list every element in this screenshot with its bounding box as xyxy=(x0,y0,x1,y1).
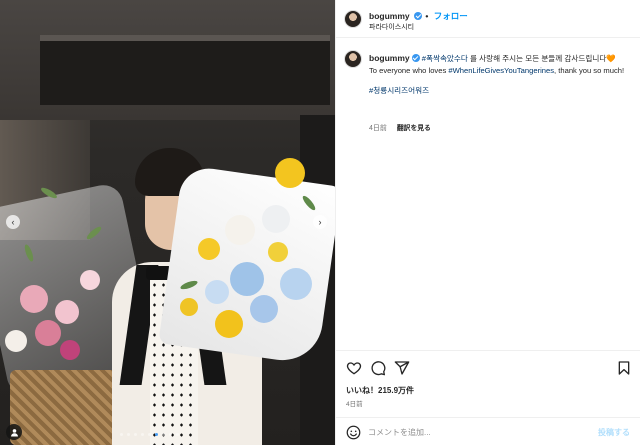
person-tag-button[interactable] xyxy=(6,424,22,440)
yellow-flower xyxy=(180,298,198,316)
post-side-panel: bogummy • フォロー 파라다이스시티 bogummy #폭싹속았수다 를… xyxy=(335,0,640,445)
chevron-right-icon: › xyxy=(318,216,322,227)
hashtag-link[interactable]: #폭싹속았수다 xyxy=(422,54,468,63)
chevron-left-icon: ‹ xyxy=(11,216,15,227)
verified-badge-icon xyxy=(414,12,422,20)
comment-bar: 投稿する xyxy=(336,417,640,446)
carousel-dot xyxy=(134,433,137,436)
username-link[interactable]: bogummy xyxy=(369,11,410,21)
like-count[interactable]: いいね！215.9万件 xyxy=(346,385,414,396)
translate-link[interactable]: 翻訳を見る xyxy=(397,125,431,132)
instagram-post: ‹ › bogummy • フォロー 파라다이스시티 bogummy #폭싹속았… xyxy=(0,0,640,445)
blue-flower xyxy=(230,262,264,296)
action-section: いいね！215.9万件 4日前 投稿する xyxy=(336,350,640,445)
emoji-button[interactable] xyxy=(346,425,361,440)
save-button[interactable] xyxy=(616,360,632,376)
carousel-dot xyxy=(141,433,144,436)
carousel-dot xyxy=(120,433,123,436)
caption-meta: 4日前 翻訳を見る xyxy=(369,122,431,133)
carousel-dot xyxy=(162,433,165,436)
verified-badge-icon xyxy=(411,54,420,62)
carousel-dot xyxy=(155,433,158,436)
heart-icon xyxy=(346,362,362,375)
bookmark-icon xyxy=(618,361,630,375)
comment-input[interactable] xyxy=(368,425,588,440)
post-comment-button[interactable]: 投稿する xyxy=(598,427,630,438)
blue-flower xyxy=(280,268,312,300)
pink-flower xyxy=(55,300,79,324)
carousel-dot xyxy=(169,433,172,436)
location-link[interactable]: 파라다이스시티 xyxy=(369,22,414,32)
white-flower xyxy=(225,215,255,245)
like-button[interactable] xyxy=(346,360,362,376)
white-flower xyxy=(5,330,27,352)
pink-flower xyxy=(80,270,100,290)
yellow-flower xyxy=(268,242,288,262)
caption-text-en-prefix: To everyone who loves xyxy=(369,66,449,75)
person-tag-icon xyxy=(10,428,18,437)
yellow-flower xyxy=(215,310,243,338)
hashtag-link[interactable]: #WhenLifeGivesYouTangerines xyxy=(448,66,554,75)
yellow-flower xyxy=(275,158,305,188)
caption-body: bogummy #폭싹속았수다 를 사랑해 주시는 모든 분들께 감사드립니다🧡… xyxy=(369,52,631,97)
carousel-dot xyxy=(176,433,179,436)
header-username-row: bogummy • フォロー xyxy=(369,10,468,22)
carousel-dot xyxy=(148,433,151,436)
comment-icon xyxy=(371,361,386,376)
post-photo[interactable]: ‹ › xyxy=(0,0,335,445)
share-button[interactable] xyxy=(394,360,410,376)
photo-ceiling-recess xyxy=(40,35,330,105)
caption-avatar[interactable] xyxy=(344,50,362,68)
separator-dot: • xyxy=(425,11,429,21)
yellow-flower xyxy=(198,238,220,260)
pink-flower xyxy=(20,285,48,313)
avatar[interactable] xyxy=(344,10,362,28)
carousel-dot xyxy=(127,433,130,436)
blue-flower xyxy=(250,295,278,323)
orange-heart-emoji: 🧡 xyxy=(606,54,616,63)
caption-username[interactable]: bogummy xyxy=(369,53,410,63)
white-flower xyxy=(262,205,290,233)
post-date[interactable]: 4日前 xyxy=(346,398,363,408)
comment-button[interactable] xyxy=(370,360,386,376)
pink-flower xyxy=(35,320,61,346)
caption-time[interactable]: 4日前 xyxy=(369,125,387,132)
magenta-flower xyxy=(60,340,80,360)
carousel-indicator xyxy=(120,433,179,436)
emoji-icon xyxy=(346,425,361,440)
caption-text-ko: 를 사랑해 주시는 모든 분들께 감사드립니다 xyxy=(467,54,607,63)
hashtag-link[interactable]: #청룡시리즈어워즈 xyxy=(369,86,429,95)
caption-text-en-suffix: , thank you so much! xyxy=(554,66,625,75)
blue-flower xyxy=(205,280,229,304)
carousel-next-button[interactable]: › xyxy=(313,215,327,229)
carousel-prev-button[interactable]: ‹ xyxy=(6,215,20,229)
paper-plane-icon xyxy=(394,361,410,375)
follow-button[interactable]: フォロー xyxy=(434,11,468,21)
post-header: bogummy • フォロー 파라다이스시티 xyxy=(336,0,640,38)
